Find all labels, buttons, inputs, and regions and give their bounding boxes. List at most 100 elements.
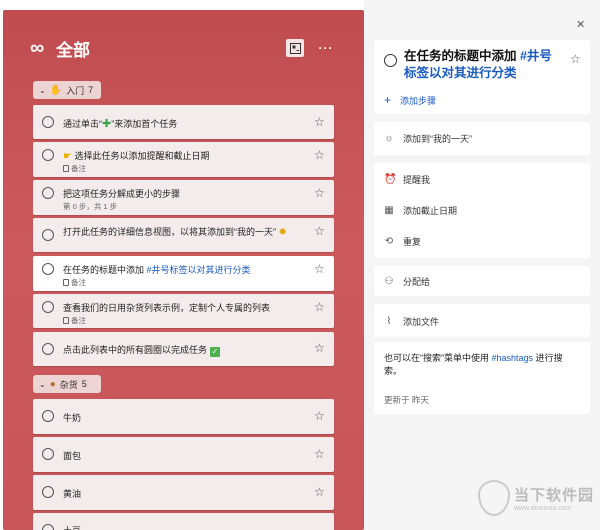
add-due-date-button[interactable]: ▦ 添加截止日期 bbox=[384, 204, 457, 217]
note-card[interactable]: 也可以在“搜索”菜单中使用 #hashtags 进行搜索。 更新于 昨天 bbox=[374, 342, 590, 414]
waving-hand-icon: ✋ bbox=[49, 84, 63, 96]
add-file-card[interactable]: ⌇ 添加文件 bbox=[374, 304, 590, 337]
add-step-button[interactable]: + 添加步骤 bbox=[384, 93, 436, 107]
task-item[interactable]: 点击此列表中的所有圆圈以完成任务 ✓ ☆ bbox=[33, 332, 334, 366]
repeat-icon: ⟲ bbox=[384, 236, 394, 247]
task-note-indicator: 备注 bbox=[63, 277, 86, 288]
task-item[interactable]: 土豆 bbox=[33, 513, 334, 530]
calendar-icon: ▦ bbox=[384, 205, 394, 216]
task-note-indicator: 备注 bbox=[63, 315, 86, 326]
complete-circle[interactable] bbox=[42, 410, 54, 422]
star-icon[interactable]: ☆ bbox=[314, 186, 325, 200]
star-icon[interactable]: ☆ bbox=[314, 447, 325, 461]
complete-circle[interactable] bbox=[42, 263, 54, 275]
star-icon[interactable]: ☆ bbox=[314, 148, 325, 162]
complete-circle[interactable] bbox=[42, 116, 54, 128]
detail-task-title[interactable]: 在任务的标题中添加 #井号标签以对其进行分类 bbox=[404, 48, 564, 82]
task-item[interactable]: 把这项任务分解成更小的步骤 第 0 步，共 1 步 ☆ bbox=[33, 180, 334, 215]
watermark: 当下软件园 www.downxia.com bbox=[478, 480, 594, 516]
close-detail-button[interactable]: ✕ bbox=[576, 18, 585, 31]
task-item[interactable]: 打开此任务的详细信息视图，以将其添加到“我的一天” ✹ ☆ bbox=[33, 218, 334, 252]
paperclip-icon: ⌇ bbox=[386, 316, 392, 327]
layout-toggle-button[interactable] bbox=[286, 39, 304, 57]
watermark-url: www.downxia.com bbox=[514, 505, 572, 512]
task-item[interactable]: 黄油 ☆ bbox=[33, 475, 334, 510]
task-title: 面包 bbox=[63, 451, 82, 461]
add-file-button[interactable]: ⌇ 添加文件 bbox=[384, 315, 439, 328]
alarm-clock-icon: ⏰ bbox=[384, 174, 397, 185]
star-icon[interactable]: ☆ bbox=[570, 52, 581, 66]
sun-icon: ☼ bbox=[384, 133, 394, 144]
task-title: 点击此列表中的所有圆圈以完成任务 ✓ bbox=[63, 345, 221, 357]
star-icon[interactable]: ☆ bbox=[314, 485, 325, 499]
infinity-icon: ∞ bbox=[30, 37, 45, 59]
task-title: 黄油 bbox=[63, 489, 82, 499]
assign-user-icon: ⚇ bbox=[384, 276, 394, 287]
complete-circle[interactable] bbox=[42, 301, 54, 313]
task-note-text[interactable]: 也可以在“搜索”菜单中使用 #hashtags 进行搜索。 bbox=[384, 352, 580, 378]
group-label: 杂货 bbox=[59, 379, 78, 390]
star-icon[interactable]: ☆ bbox=[314, 115, 325, 129]
check-mark-emoji-icon: ✓ bbox=[210, 347, 221, 357]
more-options-button[interactable]: ··· bbox=[317, 39, 335, 57]
updated-timestamp: 更新于 昨天 bbox=[384, 395, 429, 405]
remind-me-button[interactable]: ⏰ 提醒我 bbox=[384, 173, 430, 186]
star-icon[interactable]: ☆ bbox=[314, 341, 325, 355]
chevron-down-icon: ⌄ bbox=[39, 85, 46, 95]
watermark-name: 当下软件园 bbox=[514, 487, 595, 504]
task-item-selected[interactable]: 在任务的标题中添加 #井号标签以对其进行分类 备注 ☆ bbox=[33, 256, 334, 291]
task-item[interactable]: 查看我们的日用杂货列表示例，定制个人专属的列表 备注 ☆ bbox=[33, 294, 334, 328]
task-list-pane: ∞ 全部 ··· ⌄ ✋ 入门 7 通过单击“✚”来添加首个任务 ☆ ☛ 选择此… bbox=[0, 0, 364, 530]
list-header: ∞ 全部 ··· bbox=[30, 36, 340, 60]
task-detail-pane: ✕ 在任务的标题中添加 #井号标签以对其进行分类 ☆ + 添加步骤 ☼ 添加到“… bbox=[364, 0, 600, 530]
complete-circle[interactable] bbox=[42, 343, 54, 355]
complete-circle[interactable] bbox=[42, 149, 54, 161]
assign-to-button[interactable]: ⚇ 分配给 bbox=[384, 275, 431, 288]
task-title: 打开此任务的详细信息视图，以将其添加到“我的一天” ✹ bbox=[63, 227, 287, 238]
star-icon[interactable]: ☆ bbox=[314, 300, 325, 314]
repeat-button[interactable]: ⟲ 重复 bbox=[384, 235, 421, 248]
complete-circle[interactable] bbox=[42, 448, 54, 460]
task-title: ☛ 选择此任务以添加提醒和截止日期 bbox=[63, 151, 210, 162]
plus-emoji-icon: ✚ bbox=[102, 118, 112, 130]
group-count: 7 bbox=[88, 85, 94, 95]
group-header-groceries[interactable]: ⌄ ● 杂货 5 bbox=[33, 375, 101, 393]
task-note-indicator: 备注 bbox=[63, 163, 86, 174]
complete-circle[interactable] bbox=[384, 54, 397, 67]
sun-emoji-icon: ✹ bbox=[278, 227, 287, 238]
task-title: 牛奶 bbox=[63, 413, 82, 423]
task-title: 通过单击“✚”来添加首个任务 bbox=[63, 118, 178, 130]
chevron-down-icon: ⌄ bbox=[39, 379, 46, 389]
assign-card[interactable]: ⚇ 分配给 bbox=[374, 266, 590, 296]
note-icon bbox=[63, 317, 69, 324]
complete-circle[interactable] bbox=[42, 524, 54, 530]
task-title: 土豆 bbox=[63, 524, 81, 530]
detail-title-card: 在任务的标题中添加 #井号标签以对其进行分类 ☆ + 添加步骤 bbox=[374, 40, 590, 114]
star-icon[interactable]: ☆ bbox=[314, 224, 325, 238]
star-icon[interactable]: ☆ bbox=[314, 409, 325, 423]
task-title: 把这项任务分解成更小的步骤 bbox=[63, 189, 181, 199]
complete-circle[interactable] bbox=[42, 229, 54, 241]
task-item[interactable]: 通过单击“✚”来添加首个任务 ☆ bbox=[33, 105, 334, 139]
cookie-icon: ● bbox=[49, 378, 56, 390]
star-icon[interactable]: ☆ bbox=[314, 262, 325, 276]
group-header-getting-started[interactable]: ⌄ ✋ 入门 7 bbox=[33, 81, 101, 99]
dates-card: ⏰ 提醒我 ▦ 添加截止日期 ⟲ 重复 bbox=[374, 163, 590, 258]
add-to-my-day-card[interactable]: ☼ 添加到“我的一天” bbox=[374, 122, 590, 155]
layout-icon bbox=[289, 42, 301, 54]
todo-app: ∞ 全部 ··· ⌄ ✋ 入门 7 通过单击“✚”来添加首个任务 ☆ ☛ 选择此… bbox=[0, 0, 600, 530]
list-title: 全部 bbox=[56, 40, 90, 60]
task-step-count: 第 0 步，共 1 步 bbox=[63, 202, 118, 211]
pointing-hand-icon: ☛ bbox=[63, 151, 72, 162]
plus-icon: + bbox=[384, 93, 392, 107]
task-item[interactable]: ☛ 选择此任务以添加提醒和截止日期 备注 ☆ bbox=[33, 142, 334, 177]
watermark-logo-icon bbox=[478, 480, 510, 516]
task-item[interactable]: 牛奶 ☆ bbox=[33, 399, 334, 434]
complete-circle[interactable] bbox=[42, 187, 54, 199]
task-item[interactable]: 面包 ☆ bbox=[33, 437, 334, 472]
complete-circle[interactable] bbox=[42, 486, 54, 498]
note-icon bbox=[63, 165, 69, 172]
add-to-my-day-button[interactable]: ☼ 添加到“我的一天” bbox=[384, 132, 472, 145]
task-title: 在任务的标题中添加 #井号标签以对其进行分类 bbox=[63, 265, 251, 275]
note-icon bbox=[63, 279, 69, 286]
